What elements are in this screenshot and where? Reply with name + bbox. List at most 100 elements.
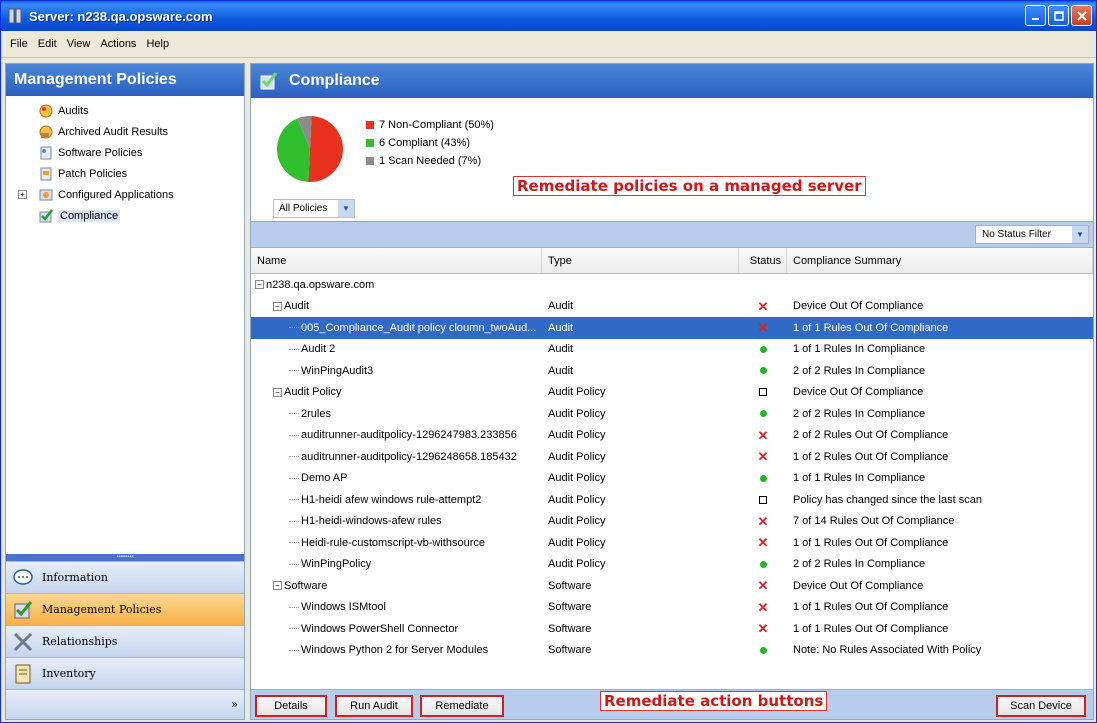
menu-view[interactable]: View bbox=[62, 38, 96, 50]
menu-help[interactable]: Help bbox=[141, 38, 174, 50]
menu-file[interactable]: File bbox=[5, 38, 33, 50]
policy-filter-select[interactable]: All Policies ▼ bbox=[273, 199, 355, 218]
row-summary-cell: 1 of 1 Rules Out Of Compliance bbox=[793, 622, 949, 635]
table-row[interactable]: Audit 2 Audit 1 of 1 Rules In Compliance bbox=[251, 339, 1093, 361]
nav-label: Relationships bbox=[42, 635, 118, 648]
nav-stack: ▪▪▪▪▪▪▪▪ Information Management Policies… bbox=[6, 554, 244, 719]
table-row[interactable]: WinPingAudit3 Audit 2 of 2 Rules In Compli… bbox=[251, 360, 1093, 382]
run-audit-button[interactable]: Run Audit bbox=[335, 695, 413, 717]
table-row[interactable]: H1-heidi-windows-afew rules Audit Policy ✕… bbox=[251, 511, 1093, 533]
row-summary-cell: Device Out Of Compliance bbox=[793, 579, 924, 592]
table-row[interactable]: Demo AP Audit Policy 1 of 1 Rules In Compl… bbox=[251, 468, 1093, 490]
tree-label: Compliance bbox=[58, 209, 121, 222]
nav-information[interactable]: Information bbox=[6, 561, 244, 593]
collapse-icon[interactable]: − bbox=[273, 581, 282, 591]
row-summary-cell: 1 of 1 Rules Out Of Compliance bbox=[793, 601, 949, 614]
row-name-label: Software bbox=[284, 579, 328, 592]
tree-connector bbox=[289, 434, 299, 436]
tree-item-software-policies[interactable]: Software Policies bbox=[12, 142, 238, 163]
row-name-label: n238.qa.opsware.com bbox=[266, 278, 375, 291]
tree-item-configured-applications[interactable]: + Configured Applications bbox=[12, 184, 238, 205]
chevron-down-icon[interactable]: ▼ bbox=[338, 200, 354, 217]
table-row[interactable]: WinPingPolicy Audit Policy 2 of 2 Rules In… bbox=[251, 554, 1093, 576]
tree-item-audits[interactable]: Audits bbox=[12, 100, 238, 121]
nav-relationships[interactable]: Relationships bbox=[6, 625, 244, 657]
row-name-label: 2rules bbox=[301, 407, 331, 420]
table-row[interactable]: 005_Compliance_Audit policy cloumn_twoAu… bbox=[251, 317, 1093, 339]
tree-connector bbox=[289, 413, 299, 415]
pie-legend: 7 Non-Compliant (50%) 6 Compliant (43%) … bbox=[366, 116, 494, 170]
row-status-cell: ✕ bbox=[739, 622, 787, 635]
row-summary-cell: 1 of 1 Rules Out Of Compliance bbox=[793, 321, 949, 334]
remediate-button[interactable]: Remediate bbox=[420, 695, 504, 717]
table-row[interactable]: 2rules Audit Policy 2 of 2 Rules In Compli… bbox=[251, 403, 1093, 425]
right-pane: Compliance 7 Non-Compliant (50%) 6 Compl… bbox=[250, 63, 1094, 720]
tree-item-compliance[interactable]: Compliance bbox=[12, 205, 238, 226]
table-row[interactable]: Windows PowerShell Connector Software ✕ 1 o… bbox=[251, 618, 1093, 640]
non-compliant-icon: ✕ bbox=[757, 449, 769, 465]
collapse-icon[interactable]: − bbox=[273, 301, 282, 311]
left-pane-title: Management Policies bbox=[6, 64, 244, 96]
compliant-icon bbox=[759, 474, 767, 482]
row-name-cell: H1-heidi afew windows rule-attempt2 bbox=[251, 494, 542, 506]
row-type-cell: Audit bbox=[548, 300, 574, 313]
table-row[interactable]: − n238.qa.opsware.com bbox=[251, 274, 1093, 296]
chevron-down-icon[interactable]: ▼ bbox=[1072, 226, 1088, 243]
nav-label: Management Policies bbox=[42, 603, 162, 616]
column-header-name[interactable]: Name bbox=[251, 248, 542, 273]
close-button[interactable] bbox=[1071, 5, 1092, 26]
tree-connector bbox=[289, 327, 299, 329]
table-row[interactable]: Windows Python 2 for Server Modules Softw… bbox=[251, 640, 1093, 662]
chevron-double-icon[interactable]: » bbox=[231, 698, 238, 711]
menu-edit[interactable]: Edit bbox=[33, 38, 62, 50]
table-row[interactable]: Windows ISMtool Software ✕ 1 of 1 Rules Out… bbox=[251, 597, 1093, 619]
right-pane-header: Compliance bbox=[251, 64, 1093, 98]
table-row[interactable]: Heidi-rule-customscript-vb-withsource Aud… bbox=[251, 532, 1093, 554]
details-button[interactable]: Details bbox=[255, 695, 327, 717]
tree-item-archived-audit-results[interactable]: Archived Audit Results bbox=[12, 121, 238, 142]
row-type-cell: Audit bbox=[548, 343, 574, 356]
column-header-status[interactable]: Status bbox=[739, 248, 787, 273]
table-row[interactable]: − Audit Policy Audit Policy Device Out Of C… bbox=[251, 382, 1093, 404]
row-type-cell: Audit Policy bbox=[548, 558, 606, 571]
row-summary-cell: 7 of 14 Rules Out Of Compliance bbox=[793, 515, 955, 528]
table-row[interactable]: − Software Software ✕ Device Out Of Complian… bbox=[251, 575, 1093, 597]
title-bar[interactable]: Server: n238.qa.opsware.com bbox=[1, 1, 1096, 31]
left-pane: Management Policies Audits Archived Audi… bbox=[5, 63, 245, 720]
nav-management-policies[interactable]: Management Policies bbox=[6, 593, 244, 625]
nav-inventory[interactable]: Inventory bbox=[6, 657, 244, 689]
compliance-summary: 7 Non-Compliant (50%) 6 Compliant (43%) … bbox=[251, 98, 1093, 222]
row-summary-cell: 1 of 1 Rules In Compliance bbox=[793, 343, 926, 356]
maximize-button[interactable] bbox=[1048, 5, 1069, 26]
expand-icon[interactable]: + bbox=[18, 190, 27, 199]
minimize-button[interactable] bbox=[1025, 5, 1046, 26]
collapse-icon[interactable]: − bbox=[273, 387, 282, 397]
nav-splitter[interactable]: ▪▪▪▪▪▪▪▪ bbox=[6, 554, 244, 561]
table-row[interactable]: auditrunner-auditpolicy-1296247983.23385… bbox=[251, 425, 1093, 447]
tree-connector bbox=[289, 477, 299, 479]
tree-item-patch-policies[interactable]: Patch Policies bbox=[12, 163, 238, 184]
row-name-cell: − Audit Policy bbox=[251, 386, 542, 398]
archived-audit-icon bbox=[38, 124, 54, 140]
window-title: Server: n238.qa.opsware.com bbox=[29, 8, 213, 24]
compliant-icon bbox=[759, 560, 767, 568]
table-row[interactable]: auditrunner-auditpolicy-1296248658.18543… bbox=[251, 446, 1093, 468]
nav-overflow[interactable]: » bbox=[6, 689, 244, 719]
column-header-type[interactable]: Type bbox=[542, 248, 739, 273]
menu-actions[interactable]: Actions bbox=[95, 38, 141, 50]
scan-device-button[interactable]: Scan Device bbox=[996, 695, 1086, 717]
collapse-icon[interactable]: − bbox=[255, 280, 264, 290]
menu-bar: File Edit View Actions Help bbox=[1, 31, 1096, 58]
row-name-cell: WinPingPolicy bbox=[251, 558, 542, 570]
column-header-summary[interactable]: Compliance Summary bbox=[787, 248, 1093, 273]
status-filter-select[interactable]: No Status Filter ▼ bbox=[975, 225, 1089, 244]
row-name-cell: auditrunner-auditpolicy-1296248658.18543… bbox=[251, 451, 542, 463]
table-row[interactable]: H1-heidi afew windows rule-attempt2 Audit… bbox=[251, 489, 1093, 511]
row-summary-cell: 2 of 2 Rules In Compliance bbox=[793, 558, 926, 571]
tree-connector bbox=[289, 456, 299, 458]
row-status-cell: ✕ bbox=[739, 601, 787, 614]
nav-label: Inventory bbox=[42, 667, 96, 680]
row-status-cell bbox=[739, 646, 787, 654]
row-name-label: Audit 2 bbox=[301, 343, 336, 356]
table-row[interactable]: − Audit Audit ✕ Device Out Of Compliance bbox=[251, 296, 1093, 318]
